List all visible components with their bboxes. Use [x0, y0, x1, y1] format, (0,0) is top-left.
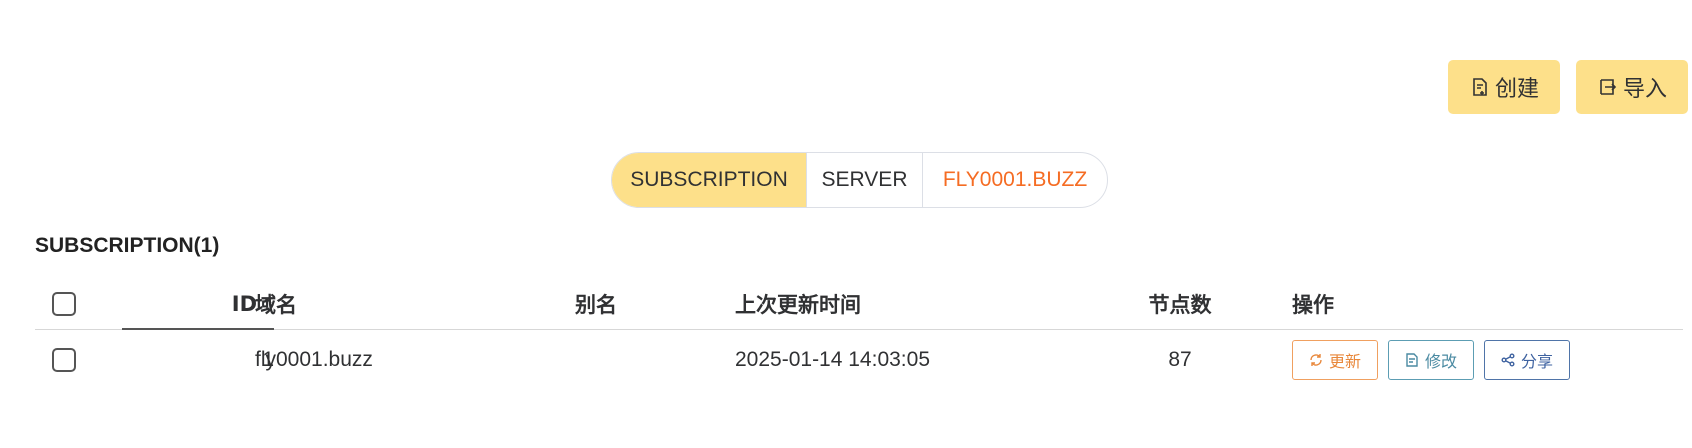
select-all-cell — [52, 278, 82, 329]
column-header-domain[interactable]: 域名 — [255, 278, 555, 329]
row-domain: fly0001.buzz — [255, 348, 373, 371]
row-actions: 更新 修改 分享 — [1292, 330, 1692, 390]
import-button[interactable]: 导入 — [1576, 60, 1688, 114]
update-button[interactable]: 更新 — [1292, 340, 1378, 380]
row-alias — [575, 330, 735, 390]
create-button[interactable]: 创建 — [1448, 60, 1560, 114]
refresh-icon — [1309, 353, 1323, 367]
document-plus-icon — [1469, 76, 1491, 98]
row-nodes: 87 — [1168, 348, 1192, 371]
column-header-nodes[interactable]: 节点数 — [1115, 278, 1245, 329]
column-header-id-label: ID — [231, 291, 257, 316]
share-button-label: 分享 — [1520, 352, 1553, 371]
segment-server[interactable]: SERVER — [806, 153, 922, 207]
table-header-row: ID 域名 别名 上次更新时间 节点数 操作 — [35, 278, 1683, 330]
edit-icon — [1405, 353, 1419, 367]
import-icon — [1597, 76, 1619, 98]
edit-button-label: 修改 — [1424, 352, 1457, 371]
column-header-alias[interactable]: 别名 — [575, 278, 735, 329]
row-checkbox[interactable] — [52, 348, 76, 372]
share-button[interactable]: 分享 — [1484, 340, 1570, 380]
subscription-table: ID 域名 别名 上次更新时间 节点数 操作 1 fly0001.buzz 20… — [35, 278, 1683, 390]
update-button-label: 更新 — [1328, 352, 1361, 371]
column-header-actions: 操作 — [1292, 292, 1334, 317]
column-header-last-update[interactable]: 上次更新时间 — [735, 278, 1115, 329]
select-all-checkbox[interactable] — [52, 291, 76, 316]
table-row: 1 fly0001.buzz 2025-01-14 14:03:05 87 更新 — [35, 330, 1683, 390]
section-title: SUBSCRIPTION(1) — [35, 234, 220, 257]
row-id: 1 — [262, 348, 274, 371]
segment-subscription[interactable]: SUBSCRIPTION — [612, 153, 806, 207]
column-header-id[interactable]: ID — [122, 278, 274, 330]
segment-domain[interactable]: FLY0001.BUZZ — [922, 153, 1107, 207]
row-last-update: 2025-01-14 14:03:05 — [735, 348, 930, 371]
row-select-cell — [52, 330, 82, 390]
share-icon — [1501, 353, 1515, 367]
view-segmented-control: SUBSCRIPTION SERVER FLY0001.BUZZ — [611, 152, 1108, 208]
edit-button[interactable]: 修改 — [1388, 340, 1474, 380]
create-button-label: 创建 — [1494, 77, 1539, 102]
import-button-label: 导入 — [1622, 77, 1667, 102]
